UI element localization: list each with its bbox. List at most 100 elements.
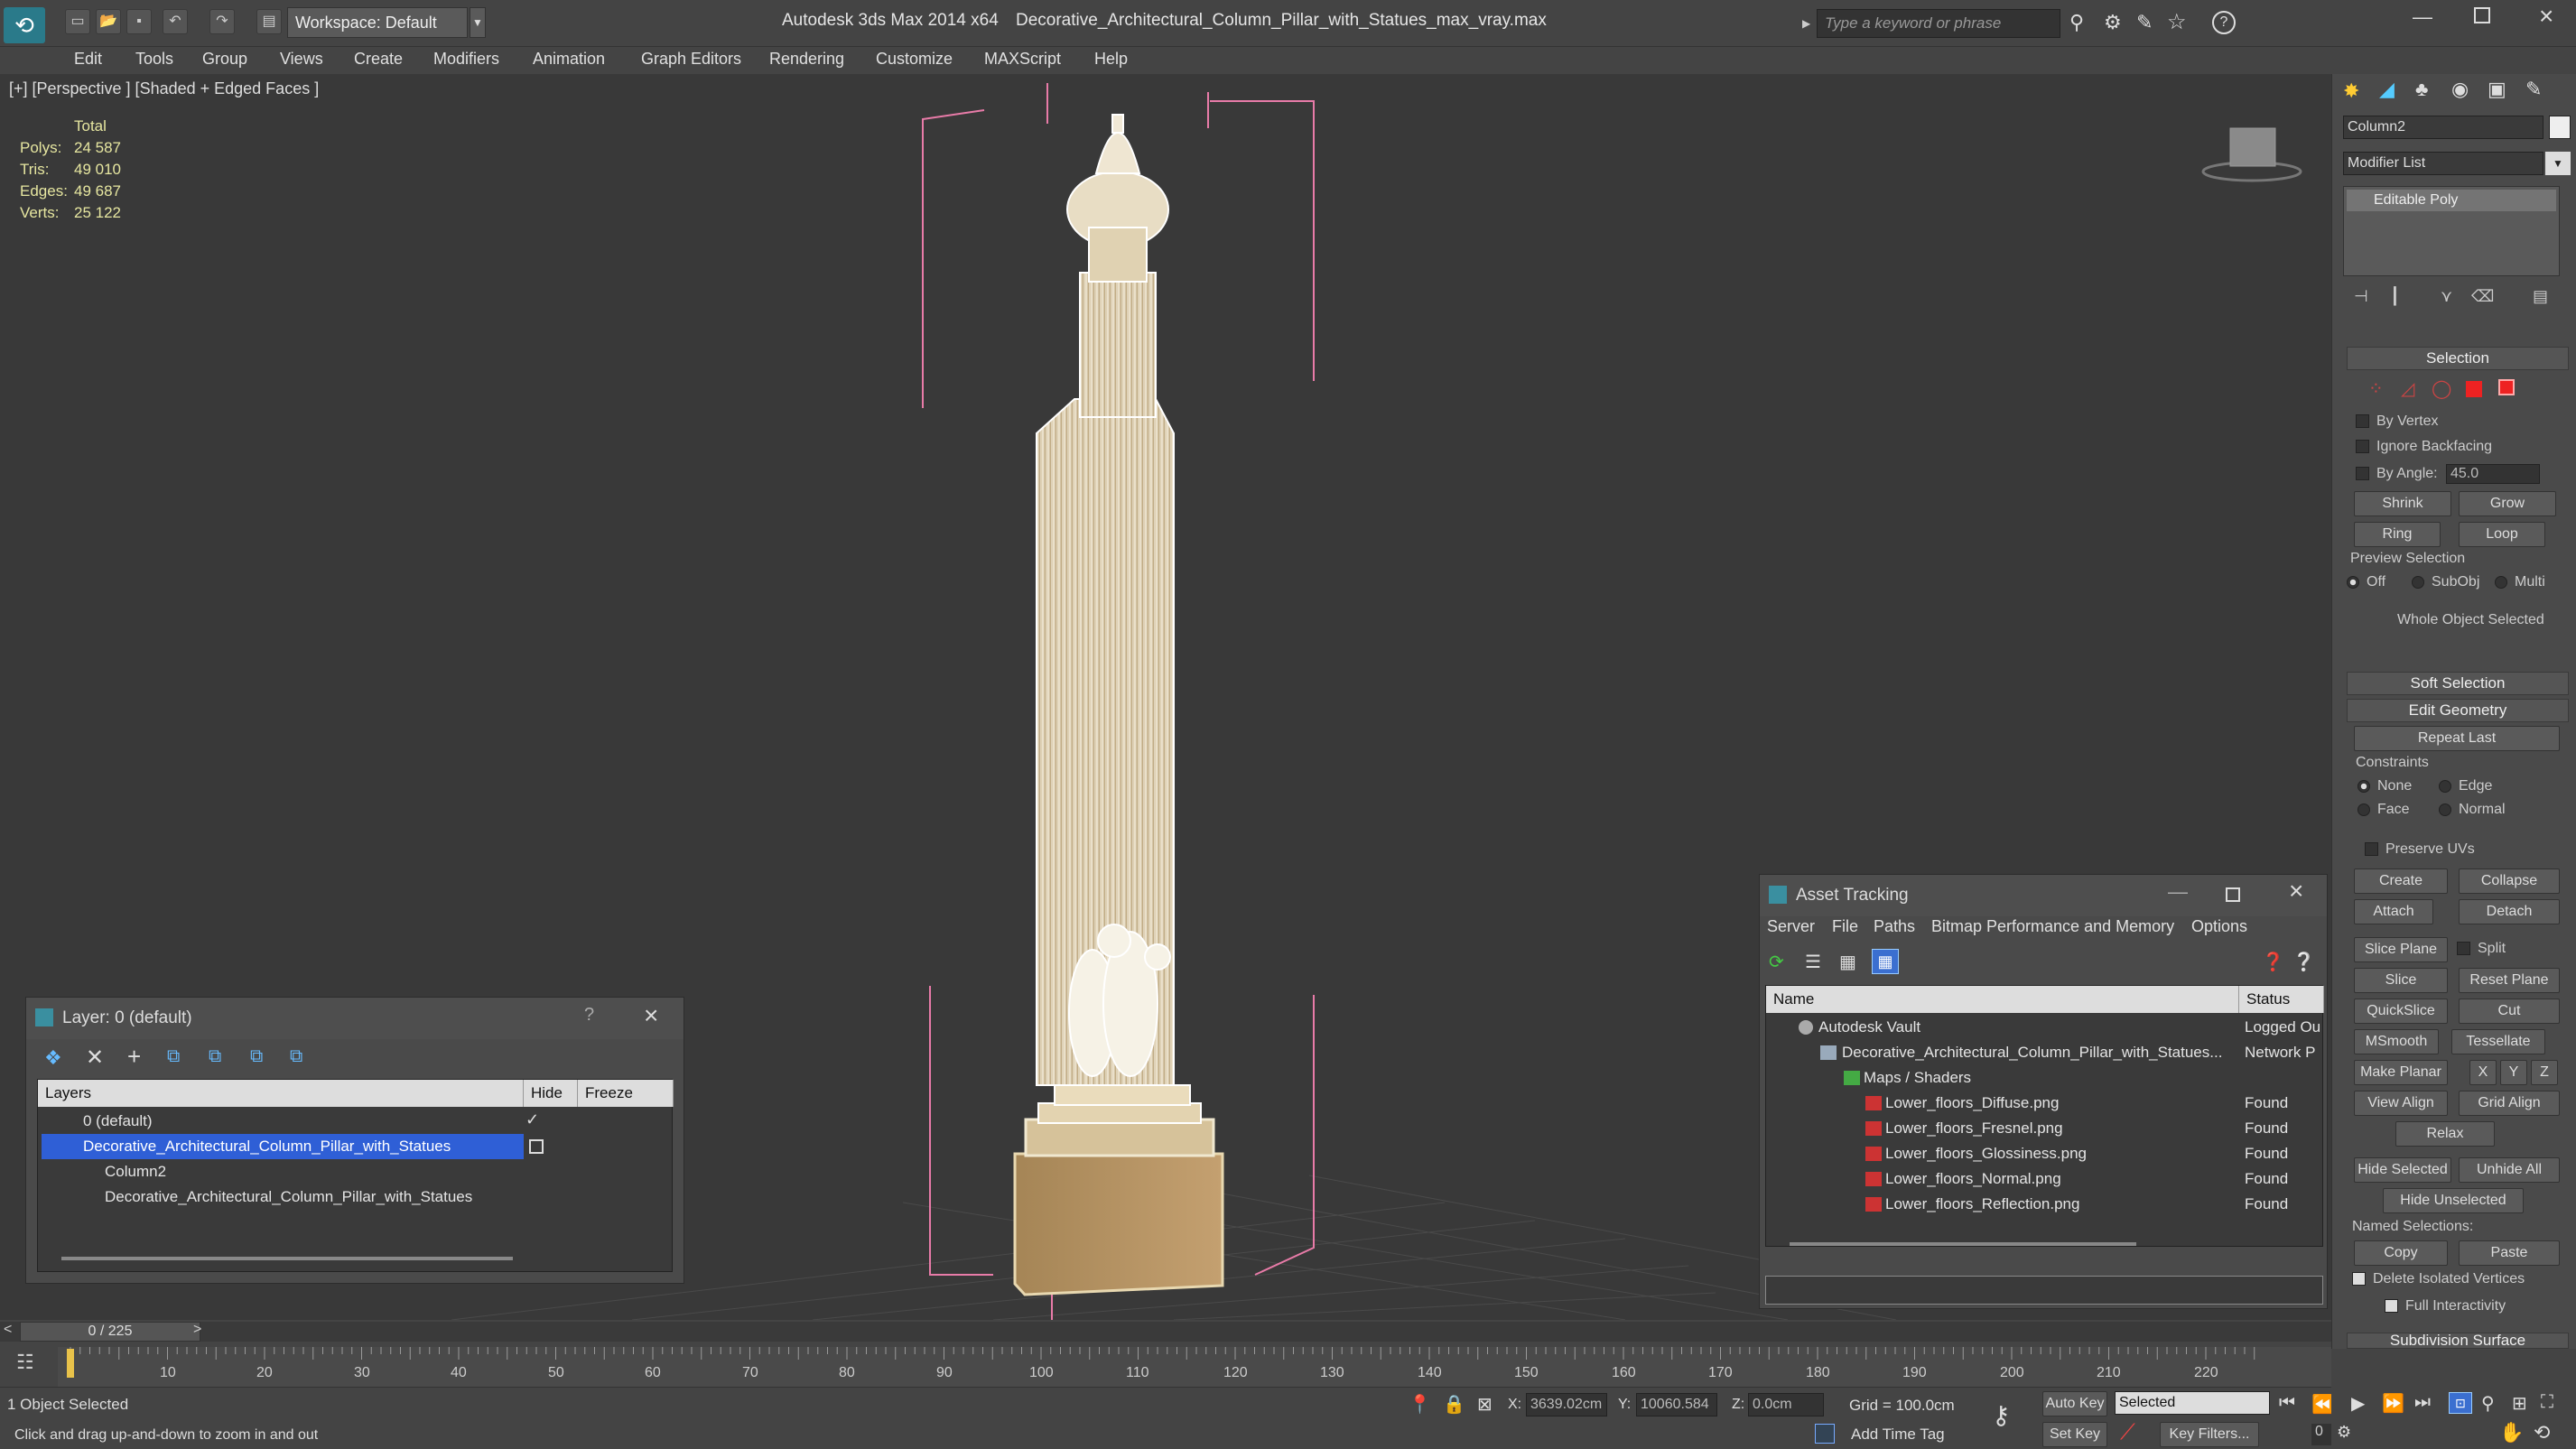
create-button[interactable]: Create <box>2354 868 2448 894</box>
soft-selection-rollout-header[interactable]: Soft Selection <box>2347 672 2569 695</box>
x-coordinate-field[interactable]: 3639.02cm <box>1526 1393 1607 1416</box>
new-file-icon[interactable]: ▭ <box>65 9 90 34</box>
minimize-icon[interactable]: — <box>2413 5 2432 29</box>
menu-views[interactable]: Views <box>280 50 323 69</box>
new-layer-icon[interactable]: ❖ <box>44 1046 62 1070</box>
set-key-button[interactable]: Set Key <box>2042 1422 2107 1447</box>
paste-button[interactable]: Paste <box>2459 1240 2560 1266</box>
go-to-end-icon[interactable]: ⏭ <box>2414 1392 2431 1413</box>
hide-selected-button[interactable]: Hide Selected <box>2354 1157 2451 1183</box>
go-to-start-icon[interactable]: ⏮ <box>2279 1393 2295 1414</box>
asset-minimize-icon[interactable]: — <box>2168 880 2188 904</box>
menu-tools[interactable]: Tools <box>135 50 173 69</box>
modify-tab-icon[interactable]: ◢ <box>2379 78 2395 101</box>
key-mode-icon[interactable]: ⚷ <box>1992 1400 2011 1430</box>
by-vertex-checkbox[interactable]: By Vertex <box>2356 413 2438 430</box>
open-file-icon[interactable]: 📂 <box>96 9 121 34</box>
time-slider-next[interactable]: > <box>193 1322 201 1338</box>
asset-menu-paths[interactable]: Paths <box>1874 917 1915 936</box>
add-time-tag-icon[interactable] <box>1815 1424 1835 1444</box>
zoom-icon[interactable]: ⚲ <box>2481 1392 2495 1415</box>
search-input[interactable]: Type a keyword or phrase <box>1817 9 2060 38</box>
loop-button[interactable]: Loop <box>2459 522 2545 547</box>
asset-help-icon[interactable]: ❓ <box>2262 951 2284 973</box>
view-cube[interactable] <box>2201 127 2302 182</box>
set-key-icon[interactable]: ⟋ <box>2120 1420 2135 1445</box>
full-interactivity-checkbox[interactable]: Full Interactivity <box>2385 1298 2506 1314</box>
angle-spinner[interactable]: 45.0 <box>2446 464 2540 484</box>
add-to-layer-icon[interactable]: + <box>127 1043 141 1071</box>
make-unique-icon[interactable]: ⋎ <box>2441 287 2452 306</box>
layer-close-icon[interactable]: × <box>644 1001 658 1030</box>
table-view-icon[interactable]: ▦ <box>1872 949 1899 974</box>
object-color-swatch[interactable] <box>2549 116 2571 139</box>
asset-row-maps[interactable]: Maps / Shaders <box>1766 1065 2239 1091</box>
split-checkbox[interactable]: Split <box>2457 941 2506 957</box>
delete-layer-icon[interactable]: ✕ <box>86 1045 104 1071</box>
layer-row-default[interactable]: 0 (default) <box>38 1109 674 1134</box>
asset-menu-bitmap[interactable]: Bitmap Performance and Memory <box>1931 917 2174 936</box>
y-coordinate-field[interactable]: 10060.584 <box>1636 1393 1717 1416</box>
app-logo-icon[interactable]: ⟲ <box>4 7 45 43</box>
asset-info-icon[interactable]: ❔ <box>2292 951 2315 973</box>
key-mode-toggle-icon[interactable]: ⊡ <box>2449 1392 2472 1414</box>
make-planar-button[interactable]: Make Planar <box>2354 1060 2448 1085</box>
asset-path-field[interactable] <box>1765 1276 2323 1305</box>
auto-key-button[interactable]: Auto Key <box>2042 1391 2107 1416</box>
cut-button[interactable]: Cut <box>2459 999 2560 1024</box>
shrink-button[interactable]: Shrink <box>2354 491 2451 516</box>
preview-multi-radio[interactable]: Multi <box>2495 574 2545 590</box>
time-config-icon[interactable]: ⚙ <box>2337 1423 2351 1442</box>
thumbnail-view-icon[interactable]: ▦ <box>1839 951 1856 973</box>
layer-scrollbar[interactable] <box>61 1257 513 1260</box>
col-hide[interactable]: Hide <box>524 1080 578 1107</box>
asset-row-fresnel[interactable]: Lower_floors_Fresnel.png <box>1766 1116 2239 1141</box>
planar-x-button[interactable]: X <box>2469 1060 2497 1085</box>
workspace-arrow-icon[interactable]: ▼ <box>470 7 486 38</box>
layer-current-box-icon[interactable] <box>529 1139 544 1154</box>
menu-group[interactable]: Group <box>202 50 247 69</box>
subdivision-surface-rollout-header[interactable]: Subdivision Surface <box>2347 1333 2569 1349</box>
asset-row-glossiness[interactable]: Lower_floors_Glossiness.png <box>1766 1141 2239 1166</box>
select-in-layer-icon[interactable]: ⧉ <box>167 1046 180 1067</box>
by-angle-checkbox[interactable]: By Angle: <box>2356 466 2438 482</box>
close-icon[interactable]: × <box>2539 2 2553 31</box>
menu-animation[interactable]: Animation <box>533 50 605 69</box>
menu-rendering[interactable]: Rendering <box>769 50 844 69</box>
asset-row-diffuse[interactable]: Lower_floors_Diffuse.png <box>1766 1091 2239 1116</box>
asset-row-normal[interactable]: Lower_floors_Normal.png <box>1766 1166 2239 1192</box>
asset-row-scene[interactable]: Decorative_Architectural_Column_Pillar_w… <box>1766 1040 2239 1065</box>
asset-menu-server[interactable]: Server <box>1767 917 1815 936</box>
constraint-face-radio[interactable]: Face <box>2357 802 2410 818</box>
grid-align-button[interactable]: Grid Align <box>2459 1091 2560 1116</box>
element-mode-icon[interactable] <box>2498 379 2515 395</box>
menu-graph-editors[interactable]: Graph Editors <box>641 50 741 69</box>
hierarchy-tab-icon[interactable]: ♣ <box>2415 78 2428 101</box>
undo-icon[interactable]: ↶ <box>163 9 188 34</box>
selection-rollout-header[interactable]: Selection <box>2347 347 2569 370</box>
maximize-icon[interactable] <box>2474 7 2490 23</box>
modifier-list-arrow-icon[interactable]: ▼ <box>2545 152 2571 175</box>
menu-create[interactable]: Create <box>354 50 403 69</box>
col-layers[interactable]: Layers <box>38 1080 524 1107</box>
zoom-all-icon[interactable]: ⊞ <box>2512 1392 2527 1415</box>
ignore-backfacing-checkbox[interactable]: Ignore Backfacing <box>2356 439 2492 455</box>
help-icon[interactable]: ? <box>2212 11 2236 34</box>
menu-maxscript[interactable]: MAXScript <box>984 50 1061 69</box>
layer-help-button[interactable]: ? <box>584 1005 594 1026</box>
add-time-tag-label[interactable]: Add Time Tag <box>1851 1426 1945 1444</box>
menu-help[interactable]: Help <box>1094 50 1128 69</box>
layer-row-column2[interactable]: Column2 <box>38 1159 524 1184</box>
motion-tab-icon[interactable]: ◉ <box>2451 78 2469 101</box>
menu-edit[interactable]: Edit <box>74 50 102 69</box>
grow-button[interactable]: Grow <box>2459 491 2556 516</box>
delete-isolated-checkbox[interactable]: Delete Isolated Vertices <box>2352 1271 2525 1287</box>
view-align-button[interactable]: View Align <box>2354 1091 2448 1116</box>
list-view-icon[interactable]: ☰ <box>1805 951 1821 973</box>
asset-menu-options[interactable]: Options <box>2191 917 2247 936</box>
display-tab-icon[interactable]: ▣ <box>2488 78 2506 101</box>
timeline[interactable]: < 0 / 225 > ☷ 10 20 30 40 50 60 70 80 90… <box>0 1320 2331 1387</box>
hide-all-layers-icon[interactable]: ⧉ <box>290 1046 302 1067</box>
selection-set-dropdown[interactable]: Selected <box>2115 1391 2270 1415</box>
absolute-mode-icon[interactable]: ⊠ <box>1477 1393 1493 1416</box>
